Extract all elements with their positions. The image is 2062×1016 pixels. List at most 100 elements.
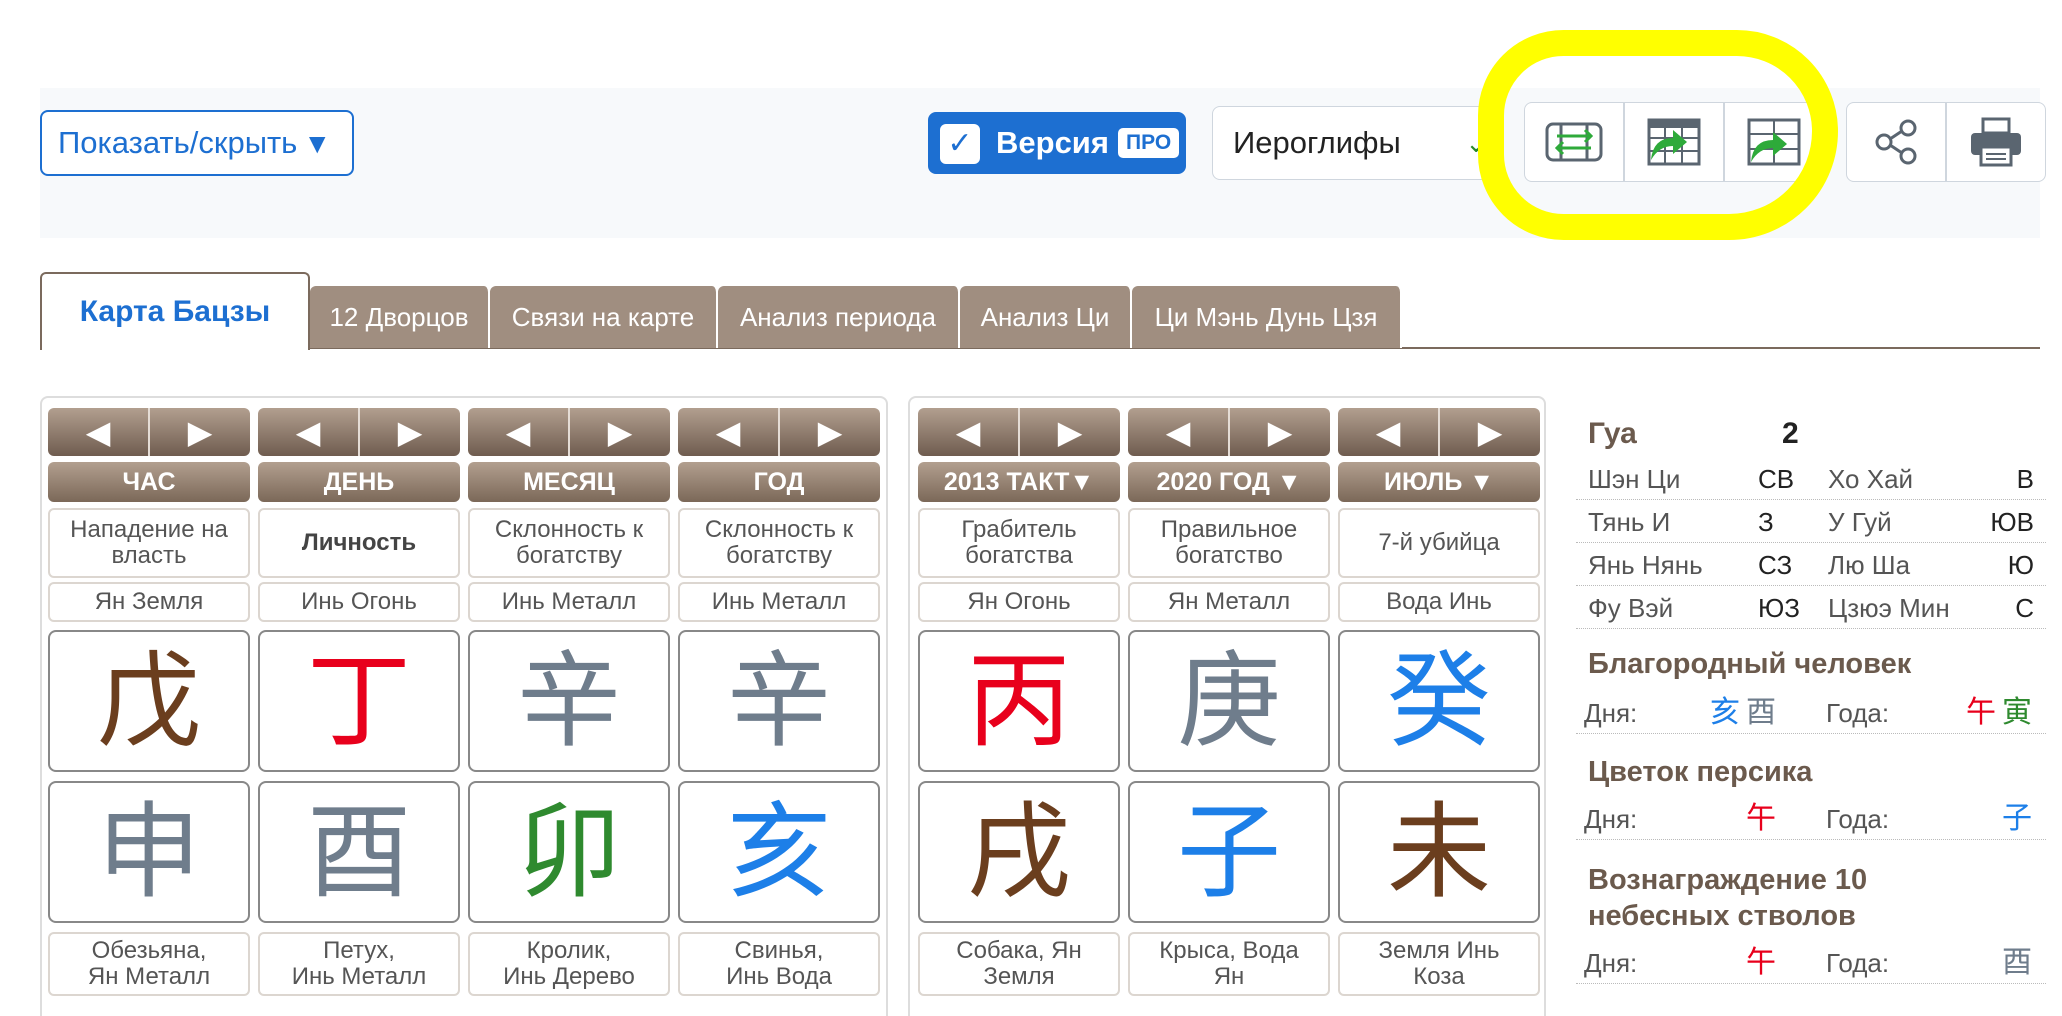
arrow-right-icon[interactable]: ▶ xyxy=(1230,408,1330,456)
noble-year-glyph-1: 午 xyxy=(1966,695,1996,730)
period-earthly-branch[interactable]: 未 xyxy=(1338,781,1540,923)
pillar-arrows: ◀ ▶ xyxy=(48,408,250,456)
checkbox-checked-icon[interactable]: ✓ xyxy=(940,124,980,164)
pillar-relation: Личность xyxy=(258,508,460,578)
version-pro-toggle[interactable]: ✓ Версия ПРО xyxy=(928,112,1186,174)
pillar-animal: Петух, Инь Металл xyxy=(258,932,460,996)
pillar-element: Инь Металл xyxy=(678,582,880,622)
tab-chart-relations[interactable]: Связи на карте xyxy=(490,286,718,348)
period-header[interactable]: 2020 ГОД ▼ xyxy=(1128,462,1330,502)
pillar-animal-line-1: Кролик, xyxy=(526,937,612,964)
arrow-right-icon[interactable]: ▶ xyxy=(1020,408,1120,456)
pillar-heavenly-stem[interactable]: 丁 xyxy=(258,630,460,772)
period-element: Ян Металл xyxy=(1128,582,1330,622)
tab-qi-men-dun-jia[interactable]: Ци Мэнь Дунь Цзя xyxy=(1132,286,1402,348)
direction-name: Хо Хай xyxy=(1828,464,1914,494)
pillar-relation: Склонность к богатству xyxy=(468,508,670,578)
noble-day-glyph-1: 亥 xyxy=(1710,695,1740,730)
pillar-heavenly-stem[interactable]: 辛 xyxy=(468,630,670,772)
direction-value: ЮЗ xyxy=(1758,593,1800,623)
noble-day-label: Дня: xyxy=(1584,698,1638,728)
pillar-heavenly-stem[interactable]: 戊 xyxy=(48,630,250,772)
pillar-header[interactable]: МЕСЯЦ xyxy=(468,462,670,502)
period-heavenly-stem[interactable]: 丙 xyxy=(918,630,1120,772)
yellow-highlight-annotation xyxy=(1478,30,1838,240)
arrow-left-icon[interactable]: ◀ xyxy=(678,408,780,456)
pillar-animal: Обезьяна, Ян Металл xyxy=(48,932,250,996)
tab-period-analysis[interactable]: Анализ периода xyxy=(718,286,960,348)
direction-value: СВ xyxy=(1758,464,1795,494)
direction-value: С xyxy=(2015,593,2034,623)
pillar-header[interactable]: ЧАС xyxy=(48,462,250,502)
pillar-animal-line-1: Петух, xyxy=(323,937,395,964)
period-arrows: ◀ ▶ xyxy=(918,408,1120,456)
print-button[interactable] xyxy=(1946,102,2046,182)
arrow-right-icon[interactable]: ▶ xyxy=(570,408,670,456)
share-icon xyxy=(1875,119,1917,165)
direction-row: Янь Нянь СЗ Лю Ша Ю xyxy=(1576,544,2046,586)
arrow-left-icon[interactable]: ◀ xyxy=(258,408,360,456)
direction-name: Фу Вэй xyxy=(1588,593,1674,623)
pillar-element: Инь Огонь xyxy=(258,582,460,622)
pillar-header[interactable]: ДЕНЬ xyxy=(258,462,460,502)
reward-day-glyph: 午 xyxy=(1746,945,1776,980)
pillar-earthly-branch[interactable]: 卯 xyxy=(468,781,670,923)
pillar-earthly-branch[interactable]: 酉 xyxy=(258,781,460,923)
arrow-right-icon[interactable]: ▶ xyxy=(360,408,460,456)
direction-value: СЗ xyxy=(1758,550,1793,580)
tab-12-palaces[interactable]: 12 Дворцов xyxy=(310,286,490,348)
direction-value: З xyxy=(1758,507,1774,537)
noble-person-row: Дня: 亥 酉 Года: 午 寅 xyxy=(1576,692,2046,734)
arrow-left-icon[interactable]: ◀ xyxy=(918,408,1020,456)
period-heavenly-stem[interactable]: 癸 xyxy=(1338,630,1540,772)
pillar-animal-line-1: Обезьяна, xyxy=(91,937,207,964)
tab-qi-analysis[interactable]: Анализ Ци xyxy=(960,286,1132,348)
pillar-animal-line-2: Инь Вода xyxy=(726,963,832,990)
period-element: Вода Инь xyxy=(1338,582,1540,622)
period-heavenly-stem[interactable]: 庚 xyxy=(1128,630,1330,772)
period-animal-line-1: Земля Инь xyxy=(1378,937,1500,964)
pillar-earthly-branch[interactable]: 亥 xyxy=(678,781,880,923)
direction-name: У Гуй xyxy=(1828,507,1892,537)
arrow-right-icon[interactable]: ▶ xyxy=(780,408,880,456)
pillar-earthly-branch[interactable]: 申 xyxy=(48,781,250,923)
direction-row: Шэн Ци СВ Хо Хай В xyxy=(1576,458,2046,500)
arrow-left-icon[interactable]: ◀ xyxy=(468,408,570,456)
show-hide-button[interactable]: Показать/скрыть ▼ xyxy=(40,110,354,176)
period-header[interactable]: 2013 ТАКТ▼ xyxy=(918,462,1120,502)
pillar-heavenly-stem[interactable]: 辛 xyxy=(678,630,880,772)
period-animal-line-2: Ян xyxy=(1213,963,1245,990)
arrow-left-icon[interactable]: ◀ xyxy=(1128,408,1230,456)
period-earthly-branch[interactable]: 戌 xyxy=(918,781,1120,923)
reward-year-label: Года: xyxy=(1826,948,1890,978)
arrow-left-icon[interactable]: ◀ xyxy=(48,408,150,456)
print-icon xyxy=(1971,117,2021,167)
pillar-animal: Свинья, Инь Вода xyxy=(678,932,880,996)
period-arrows: ◀ ▶ xyxy=(1338,408,1540,456)
share-button[interactable] xyxy=(1846,102,1946,182)
pillar-arrows: ◀ ▶ xyxy=(258,408,460,456)
period-animal: Крыса, Вода Ян xyxy=(1128,932,1330,996)
period-arrows: ◀ ▶ xyxy=(1128,408,1330,456)
period-earthly-branch[interactable]: 子 xyxy=(1128,781,1330,923)
version-label: Версия xyxy=(996,125,1109,160)
gua-label: Гуа xyxy=(1588,417,1637,450)
reward-year-glyph: 酉 xyxy=(2002,945,2032,980)
pillar-animal-line-2: Инь Металл xyxy=(291,963,427,990)
period-animal: Собака, Ян Земля xyxy=(918,932,1120,996)
arrow-right-icon[interactable]: ▶ xyxy=(150,408,250,456)
reward-title-line-1: Вознаграждение 10 xyxy=(1588,864,1868,896)
arrow-left-icon[interactable]: ◀ xyxy=(1338,408,1440,456)
period-header[interactable]: ИЮЛЬ ▼ xyxy=(1338,462,1540,502)
tab-bazi-chart[interactable]: Карта Бацзы xyxy=(40,272,310,350)
arrow-right-icon[interactable]: ▶ xyxy=(1440,408,1540,456)
noble-year-label: Года: xyxy=(1826,698,1890,728)
period-animal-line-1: Крыса, Вода xyxy=(1159,937,1299,964)
pillar-header[interactable]: ГОД xyxy=(678,462,880,502)
reward-day-label: Дня: xyxy=(1584,948,1638,978)
direction-name: Лю Ша xyxy=(1828,550,1911,580)
pillar-relation: Склонность к богатству xyxy=(678,508,880,578)
period-animal-line-2: Земля xyxy=(983,963,1055,990)
noble-day-glyph-2: 酉 xyxy=(1746,695,1776,730)
display-mode-select[interactable]: Иероглифы ⌄ xyxy=(1212,106,1502,180)
